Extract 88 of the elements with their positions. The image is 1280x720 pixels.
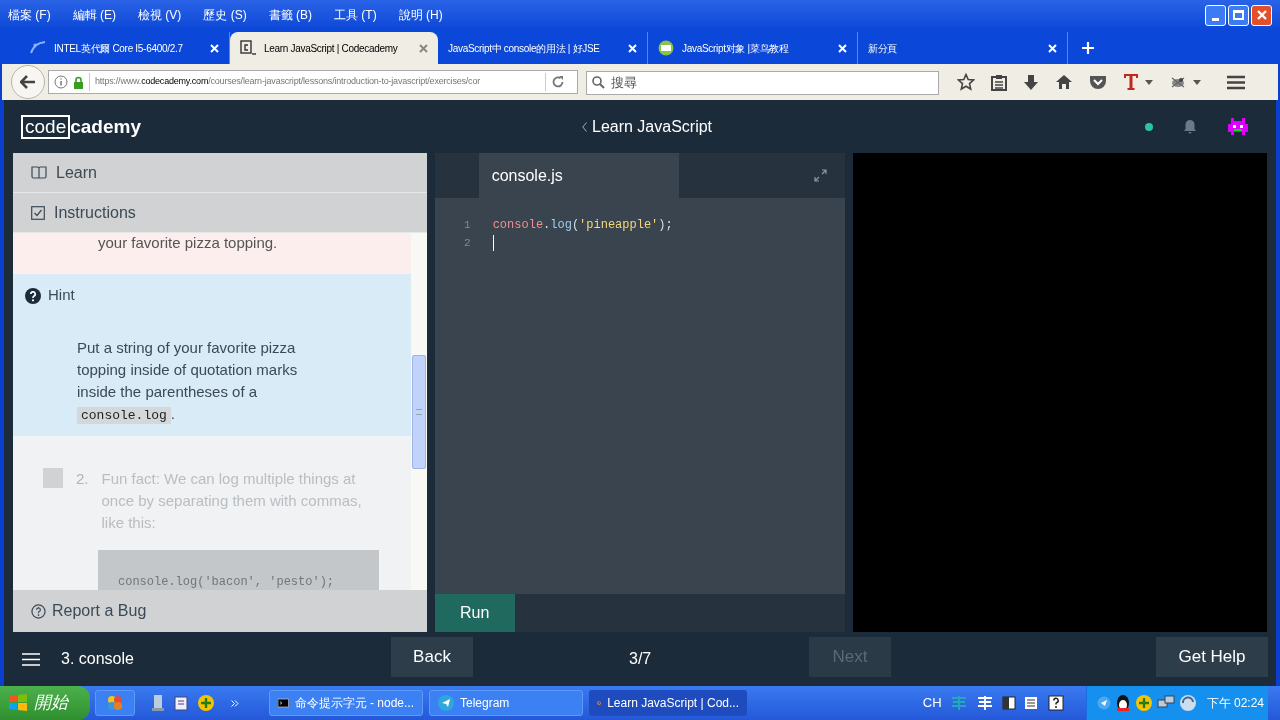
terminal-icon: [278, 697, 289, 709]
arrow-left-icon: [20, 75, 36, 89]
search-icon: [592, 76, 605, 89]
scrollbar-thumb[interactable]: [411, 355, 426, 469]
site-logo-icon: [658, 40, 674, 56]
home-icon[interactable]: [1055, 74, 1073, 90]
input-method-icon[interactable]: [949, 694, 968, 712]
menu-item[interactable]: 歷史 (S): [203, 6, 247, 24]
lesson-title[interactable]: 3. console: [61, 647, 134, 671]
book-icon: [31, 166, 47, 179]
search-field[interactable]: 搜尋: [586, 70, 939, 95]
panel-icon[interactable]: [1001, 696, 1016, 710]
taskbar-button[interactable]: 命令提示字元 - node...: [269, 690, 423, 716]
back-button[interactable]: [11, 65, 45, 99]
menu-item[interactable]: 檢視 (V): [138, 6, 182, 24]
back-button[interactable]: Back: [391, 637, 473, 677]
paper-plane-icon: [438, 695, 454, 711]
chevron-double-right-icon[interactable]: [231, 699, 239, 707]
menu-item[interactable]: 檔案 (F): [8, 6, 51, 24]
star-icon[interactable]: [957, 73, 975, 91]
computer-icon[interactable]: [151, 694, 165, 712]
code-line: console.log('pineapple');: [492, 217, 673, 234]
download-icon[interactable]: [1023, 73, 1039, 91]
start-button[interactable]: 開始: [0, 686, 90, 720]
code-text: console.log('bacon', 'pesto');: [118, 575, 335, 589]
avatar-icon[interactable]: [1227, 115, 1249, 138]
new-tab-icon[interactable]: [1082, 42, 1094, 54]
plus-icon[interactable]: [197, 694, 215, 712]
chevron-left-icon[interactable]: [582, 122, 587, 132]
logo-text[interactable]: cademy: [70, 116, 141, 137]
dropdown-icon[interactable]: [1193, 79, 1201, 85]
site-logo-icon: [30, 41, 46, 55]
dropdown-icon[interactable]: [1145, 79, 1153, 85]
document-icon[interactable]: [173, 695, 189, 711]
hint-text: Put a string of your favorite pizza topping inside of quotation marks inside the parentheses of a console.log .: [76, 337, 299, 426]
pocket-icon[interactable]: [1089, 74, 1107, 90]
line-number: 2: [463, 235, 471, 251]
windows-logo-icon: [8, 694, 28, 712]
menu-item[interactable]: 工具 (T): [334, 6, 377, 24]
maximize-button[interactable]: [1228, 4, 1249, 26]
app-icon: [106, 694, 124, 712]
report-bug-link[interactable]: Report a Bug: [52, 599, 147, 623]
section-header[interactable]: Instructions: [13, 193, 427, 233]
reload-icon[interactable]: [551, 75, 565, 89]
section-header[interactable]: Learn: [13, 153, 427, 193]
penguin-icon[interactable]: [1114, 694, 1131, 712]
taskbar-button[interactable]: Learn JavaScript | Cod...: [589, 690, 747, 716]
get-help-button[interactable]: Get Help: [1156, 637, 1268, 677]
close-button[interactable]: [1251, 4, 1272, 26]
close-icon: [1255, 9, 1268, 21]
browser-tab[interactable]: Learn JavaScript | Codecademy: [230, 32, 438, 64]
help-icon: [25, 287, 41, 304]
language-indicator[interactable]: CH: [922, 693, 942, 713]
instruction-text: your favorite pizza topping.: [98, 233, 279, 253]
address-field[interactable]: https://www.codecademy.com/courses/learn-javascript/lessons/introduction-to-javascript/exercises/cor: [48, 70, 578, 94]
step-number: 2.: [76, 469, 89, 489]
line-number: 1: [463, 217, 471, 233]
url-text: https://www.codecademy.com/courses/learn-javascript/lessons/introduction-to-javascript/exercises/cor: [95, 75, 481, 89]
course-title[interactable]: Learn JavaScript: [592, 115, 713, 139]
close-icon[interactable]: [419, 43, 428, 53]
step-checkbox[interactable]: [43, 468, 63, 488]
network-icon[interactable]: [1156, 695, 1175, 711]
menu-item[interactable]: 書籤 (B): [268, 6, 313, 24]
progress-text: 3/7: [629, 649, 652, 669]
info-icon[interactable]: [54, 75, 68, 89]
clipboard-icon[interactable]: [991, 73, 1007, 91]
file-tab[interactable]: console.js: [478, 153, 679, 198]
minimize-button[interactable]: [1205, 4, 1226, 26]
bell-icon[interactable]: [1183, 119, 1197, 134]
taskbar-button[interactable]: Telegram: [429, 690, 583, 716]
keyboard-icon[interactable]: [1023, 696, 1040, 710]
menu-item[interactable]: 說明 (H): [398, 6, 443, 24]
help-icon: [31, 603, 46, 619]
clock[interactable]: 下午 02:24: [1206, 694, 1264, 712]
lock-icon[interactable]: [73, 75, 84, 89]
expand-icon[interactable]: [814, 169, 828, 182]
start-label: 開始: [34, 692, 68, 715]
logo-text[interactable]: code: [21, 114, 71, 139]
help-icon[interactable]: [1047, 695, 1064, 711]
hint-title[interactable]: Hint: [48, 284, 75, 307]
site-logo-icon: [240, 40, 256, 56]
refresh-icon[interactable]: [1178, 694, 1197, 712]
letter-t-icon[interactable]: [1123, 73, 1139, 91]
menu-icon[interactable]: [1227, 74, 1245, 90]
run-button[interactable]: Run: [434, 594, 515, 632]
scrollbar[interactable]: [410, 233, 427, 590]
menu-item[interactable]: 編輯 (E): [72, 6, 116, 24]
checkbox-icon: [31, 205, 45, 220]
